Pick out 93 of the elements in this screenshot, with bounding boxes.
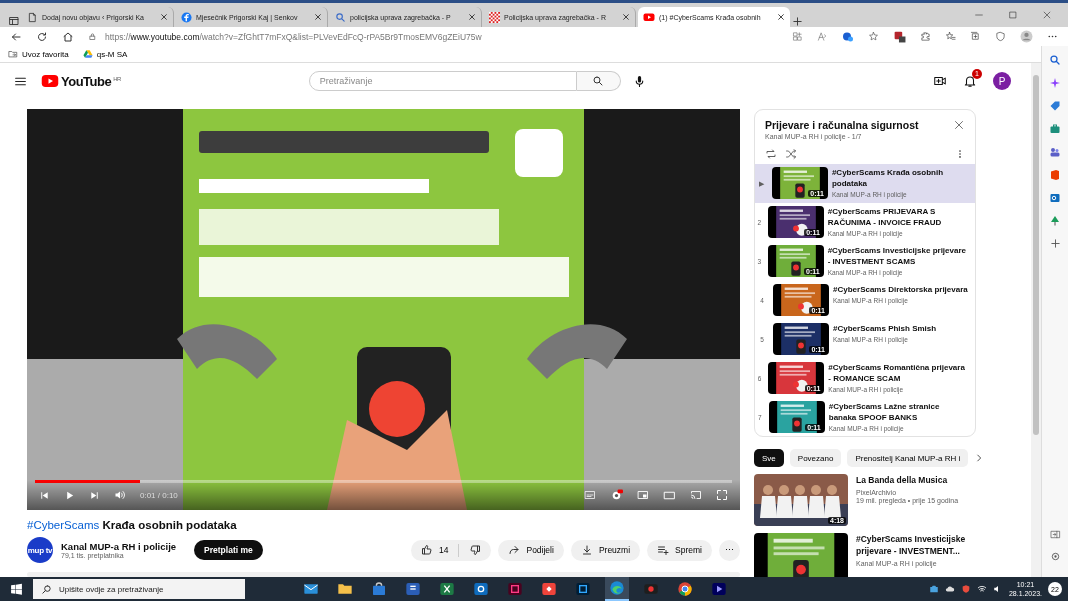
item-title: #CyberScams PRIJEVARA S RAČUNIMA - INVOICE FRAUD bbox=[827, 206, 943, 228]
play-icon[interactable] bbox=[64, 489, 75, 501]
search-icon bbox=[41, 583, 52, 595]
wave-browser-icon[interactable] bbox=[609, 580, 625, 596]
filter-chip[interactable]: Povezano bbox=[789, 449, 842, 467]
search-icon[interactable] bbox=[1049, 54, 1061, 66]
play-logo-icon bbox=[643, 11, 655, 23]
tab-actions-icon[interactable] bbox=[8, 15, 20, 27]
grid-plus-icon[interactable] bbox=[792, 31, 803, 42]
channel-name[interactable]: Kanal MUP-a RH i policije bbox=[61, 541, 177, 552]
briefcase-icon[interactable] bbox=[1049, 123, 1061, 135]
favorite-link[interactable]: Uvoz favorita bbox=[8, 49, 69, 59]
video-title: Krađa osobnih podataka bbox=[102, 519, 237, 531]
cloud-badge-icon[interactable] bbox=[842, 30, 854, 43]
item-title: #CyberScams Phish Smish bbox=[833, 323, 937, 334]
checkerboard-icon bbox=[489, 11, 500, 23]
scrollbar-thumb[interactable] bbox=[1033, 75, 1039, 435]
video-title[interactable]: La Banda della Musica bbox=[856, 474, 959, 486]
wifi-icon[interactable] bbox=[976, 584, 987, 594]
office-icon[interactable] bbox=[1049, 169, 1061, 181]
tag-icon[interactable] bbox=[1049, 100, 1061, 112]
profile-icon[interactable] bbox=[1020, 30, 1033, 43]
shuffle-icon[interactable] bbox=[785, 148, 797, 160]
filter-chip[interactable]: Sve bbox=[754, 449, 784, 467]
taskbar-search[interactable]: Upišite ovdje za pretraživanje bbox=[33, 579, 245, 599]
close-icon[interactable] bbox=[314, 13, 322, 21]
start-icon[interactable] bbox=[10, 582, 23, 596]
hashtag-link[interactable]: #CyberScams bbox=[27, 519, 100, 531]
add-icon[interactable] bbox=[1049, 238, 1061, 249]
thumbs-up-icon bbox=[421, 544, 433, 556]
close-icon[interactable] bbox=[953, 119, 965, 131]
add-to-list-icon[interactable] bbox=[657, 544, 670, 556]
item-title: #CyberScams Krađa osobnih podataka bbox=[831, 167, 945, 189]
close-icon[interactable] bbox=[777, 13, 785, 21]
tree-icon[interactable] bbox=[1049, 215, 1061, 227]
site-logo[interactable]: YouTube$^{HR}$ bbox=[41, 72, 121, 90]
triangle-drive-icon bbox=[82, 49, 93, 59]
miniplayer-icon[interactable] bbox=[637, 489, 649, 501]
star-plus-icon[interactable] bbox=[868, 31, 879, 42]
sidebar-toggle-icon[interactable] bbox=[1049, 529, 1061, 540]
shield-icon[interactable] bbox=[960, 584, 971, 594]
video-title[interactable]: #CyberScams Investicijske prijevare - INVESTMENT... bbox=[856, 533, 976, 557]
page-icon bbox=[27, 11, 38, 23]
search-icon bbox=[335, 11, 346, 23]
maximize-icon[interactable] bbox=[1008, 10, 1018, 20]
action-button[interactable]: Podijeli bbox=[498, 539, 564, 561]
more-button[interactable]: ⋯ bbox=[719, 539, 740, 561]
curved-arrow-icon[interactable] bbox=[508, 544, 521, 556]
item-title: #CyberScams Direktorska prijevara bbox=[833, 284, 968, 295]
item-title: #CyberScams Romantična prijevara - ROMANCE SCAM bbox=[828, 362, 966, 384]
search-button[interactable] bbox=[576, 71, 621, 91]
cast-icon[interactable] bbox=[690, 489, 702, 501]
collections-icon[interactable] bbox=[970, 31, 981, 42]
people-icon[interactable] bbox=[1049, 146, 1061, 158]
action-button[interactable]: Preuzmi bbox=[570, 539, 641, 561]
bell-icon[interactable] bbox=[963, 74, 977, 88]
previous-icon[interactable] bbox=[39, 489, 50, 501]
sparkle-icon[interactable] bbox=[1049, 77, 1061, 89]
folder-import-icon bbox=[8, 49, 18, 59]
channel-logo[interactable]: mup tv bbox=[27, 537, 53, 563]
action-button[interactable]: Spremi bbox=[647, 539, 712, 561]
time-display: 0:01 / 0:10 bbox=[140, 490, 178, 500]
favorite-link[interactable]: qs-M SA bbox=[82, 49, 128, 59]
search-field[interactable]: Pretraživanje bbox=[308, 71, 577, 91]
new-tab-icon[interactable] bbox=[792, 16, 803, 27]
play-logo-icon bbox=[41, 72, 59, 90]
refresh-icon[interactable] bbox=[36, 30, 48, 43]
avatar[interactable]: P bbox=[993, 72, 1011, 90]
search-icon bbox=[592, 75, 605, 87]
favorites-icon[interactable] bbox=[945, 31, 956, 42]
back-icon[interactable] bbox=[10, 30, 22, 43]
shield-icon[interactable] bbox=[995, 31, 1006, 42]
thumbs-down-icon bbox=[469, 544, 482, 556]
cloud-icon[interactable] bbox=[944, 584, 955, 594]
item-title: #CyberScams Lažne stranice banaka SPOOF BANKS bbox=[828, 401, 941, 423]
download-icon[interactable] bbox=[580, 544, 593, 556]
next-icon[interactable] bbox=[89, 489, 100, 501]
subtitles-icon[interactable] bbox=[584, 489, 596, 501]
circle-f-icon bbox=[181, 11, 192, 23]
item-title: #CyberScams Investicijske prijevare - INVESTMENT SCAMS bbox=[827, 245, 967, 267]
read-aloud-icon[interactable] bbox=[817, 31, 828, 42]
video-plus-icon[interactable] bbox=[933, 74, 947, 88]
close-icon[interactable] bbox=[468, 13, 476, 21]
close-icon[interactable] bbox=[622, 13, 630, 21]
lock-icon bbox=[88, 32, 97, 41]
playlist-title: Prijevare i računalna sigurnost bbox=[765, 119, 919, 131]
home-icon[interactable] bbox=[62, 30, 74, 43]
extensions-icon[interactable] bbox=[920, 31, 931, 42]
close-icon[interactable] bbox=[160, 13, 168, 21]
filter-chip[interactable]: Prenositelj Kanal MUP-a RH i bbox=[847, 449, 969, 467]
subscribe-button[interactable]: Pretplati me bbox=[194, 540, 263, 560]
fullscreen-icon[interactable] bbox=[716, 489, 728, 501]
loop-icon[interactable] bbox=[765, 148, 777, 160]
